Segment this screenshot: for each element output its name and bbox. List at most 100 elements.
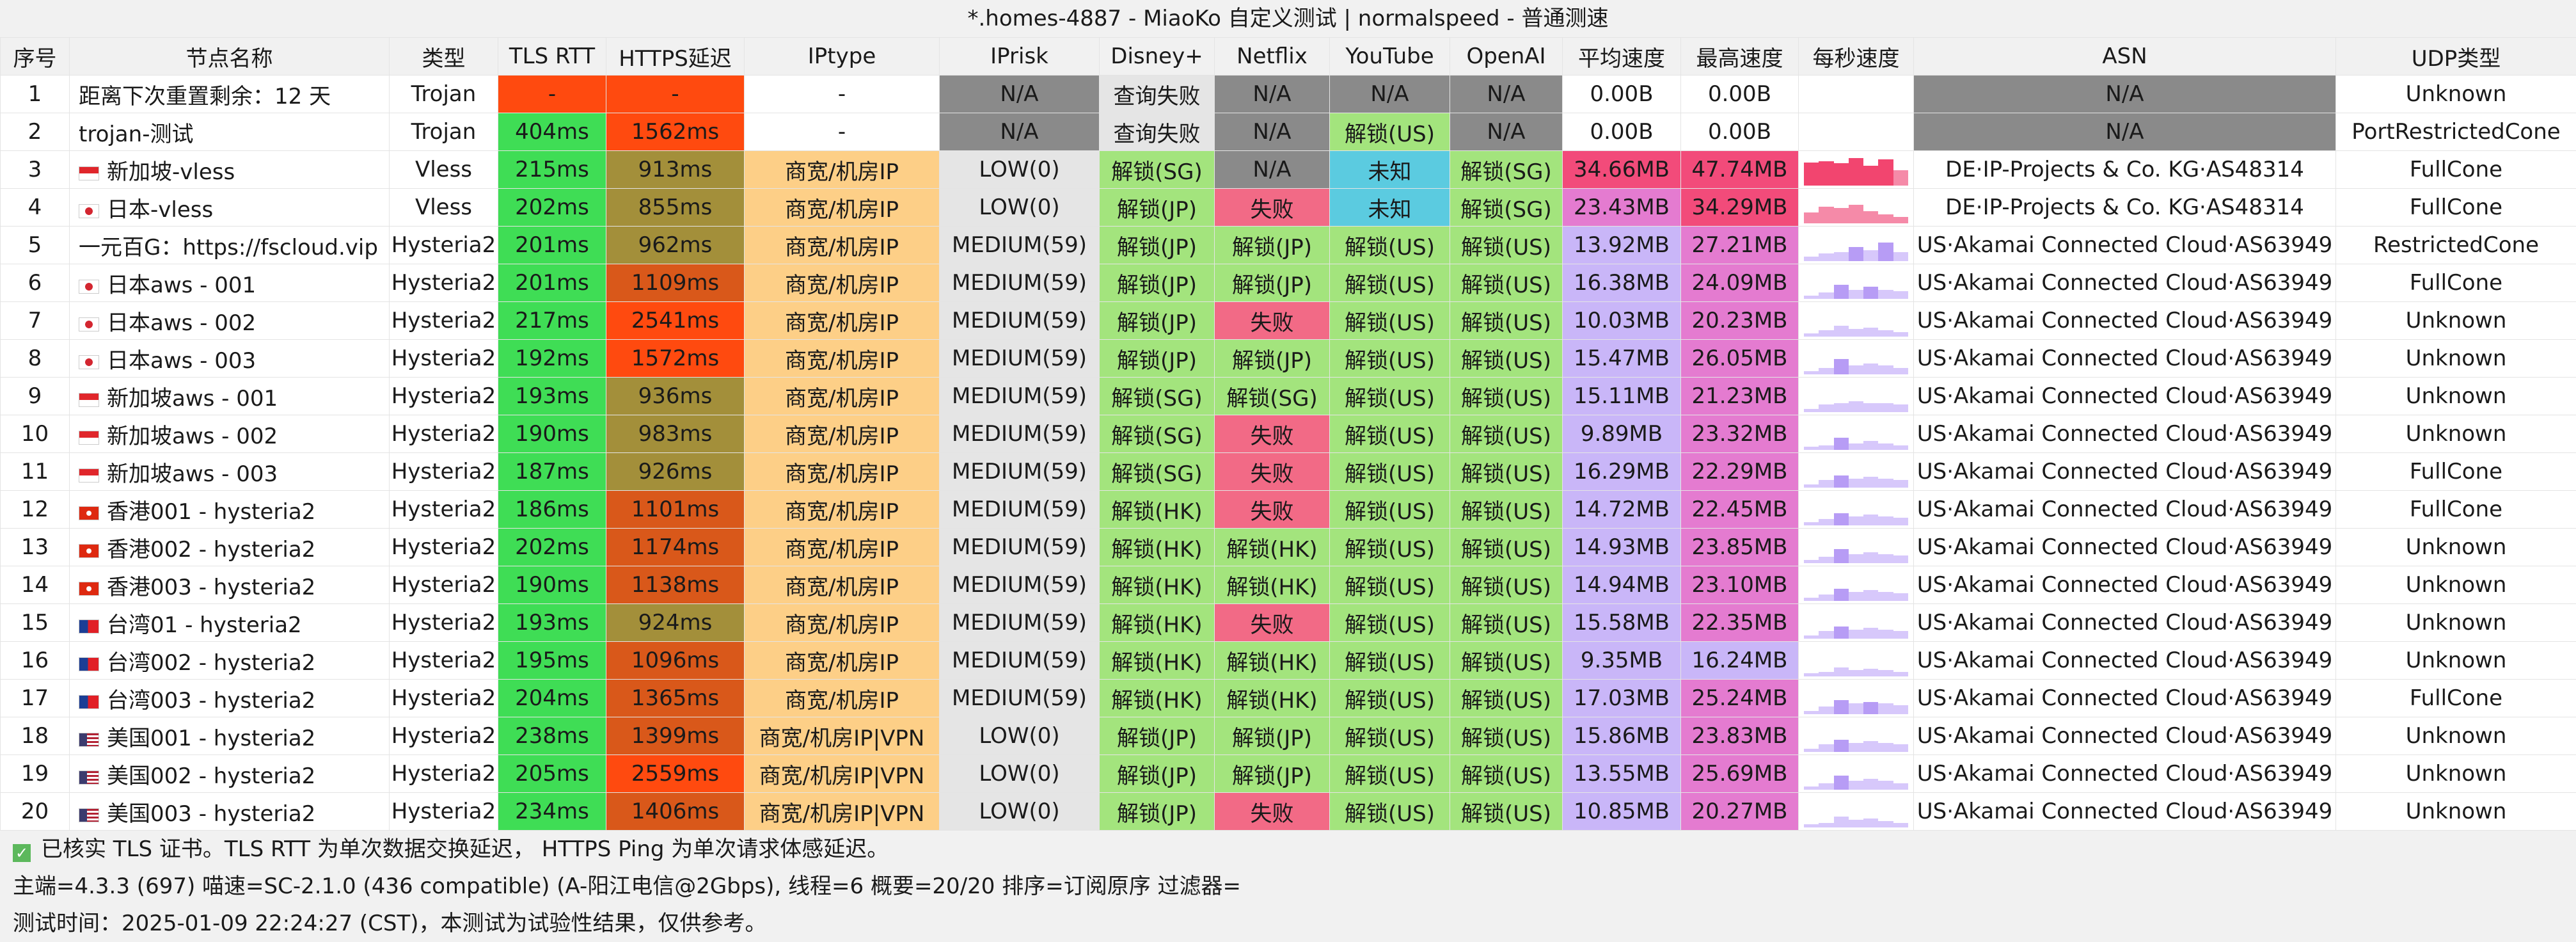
disney-status: 解锁(SG) [1100, 453, 1215, 491]
speed-bar [1849, 329, 1863, 337]
netflix-status: 解锁(HK) [1215, 529, 1330, 566]
speed-bar [1804, 296, 1819, 299]
ip-type: 商宽/机房IP [745, 642, 940, 680]
table-row: 14香港003 - hysteria2Hysteria2190ms1138ms商… [1, 566, 2576, 604]
netflix-status: 失败 [1215, 453, 1330, 491]
ip-risk: LOW(0) [940, 151, 1100, 189]
sparkline [1804, 646, 1908, 676]
ip-type: 商宽/机房IP [745, 264, 940, 302]
asn: US·Akamai Connected Cloud·AS63949 [1914, 340, 2336, 378]
max-speed: 0.00B [1681, 76, 1799, 113]
column-header: ASN [1914, 38, 2336, 76]
asn: US·Akamai Connected Cloud·AS63949 [1914, 604, 2336, 642]
ip-type: - [745, 76, 940, 113]
udp-type: Unknown [2336, 566, 2576, 604]
udp-type: Unknown [2336, 76, 2576, 113]
openai-status: 解锁(US) [1450, 755, 1563, 793]
udp-type: Unknown [2336, 793, 2576, 831]
ip-type: 商宽/机房IP [745, 302, 940, 340]
table-row: 4日本-vlessVless202ms855ms商宽/机房IPLOW(0)解锁(… [1, 189, 2576, 227]
disney-status: 解锁(HK) [1100, 680, 1215, 717]
asn: US·Akamai Connected Cloud·AS63949 [1914, 302, 2336, 340]
per-second-speed-chart [1799, 189, 1914, 227]
max-speed: 20.23MB [1681, 302, 1799, 340]
row-index: 13 [1, 529, 70, 566]
max-speed: 25.24MB [1681, 680, 1799, 717]
row-index: 19 [1, 755, 70, 793]
node-type: Trojan [390, 113, 498, 151]
node-type: Hysteria2 [390, 227, 498, 264]
ip-risk: LOW(0) [940, 189, 1100, 227]
row-index: 12 [1, 491, 70, 529]
node-name-text: 日本-vless [107, 197, 213, 223]
avg-speed: 14.93MB [1563, 529, 1681, 566]
disney-status: 查询失败 [1100, 76, 1215, 113]
max-speed: 22.35MB [1681, 604, 1799, 642]
udp-type: PortRestrictedCone [2336, 113, 2576, 151]
table-row: 7日本aws - 002Hysteria2217ms2541ms商宽/机房IPM… [1, 302, 2576, 340]
speed-bar [1834, 208, 1849, 223]
ip-type: 商宽/机房IP [745, 604, 940, 642]
hongkong-flag-icon [79, 506, 99, 520]
avg-speed: 14.94MB [1563, 566, 1681, 604]
tls-rtt: 190ms [498, 566, 606, 604]
openai-status: 解锁(US) [1450, 302, 1563, 340]
node-type: Hysteria2 [390, 717, 498, 755]
speed-bar [1849, 247, 1863, 261]
speed-bar [1804, 711, 1819, 714]
youtube-status: 未知 [1330, 189, 1450, 227]
tls-rtt: 202ms [498, 529, 606, 566]
per-second-speed-chart [1799, 415, 1914, 453]
max-speed: 47.74MB [1681, 151, 1799, 189]
youtube-status: 解锁(US) [1330, 491, 1450, 529]
tls-rtt: 190ms [498, 415, 606, 453]
speed-bar [1849, 592, 1863, 601]
row-index: 6 [1, 264, 70, 302]
youtube-status: 解锁(US) [1330, 642, 1450, 680]
node-type: Hysteria2 [390, 340, 498, 378]
ip-type: 商宽/机房IP [745, 340, 940, 378]
speed-bar [1863, 702, 1878, 714]
disney-status: 解锁(JP) [1100, 264, 1215, 302]
node-name-text: 距离下次重置剩余：12 天 [79, 84, 331, 109]
table-row: 12香港001 - hysteria2Hysteria2186ms1101ms商… [1, 491, 2576, 529]
ip-risk: MEDIUM(59) [940, 453, 1100, 491]
speed-bar [1878, 330, 1893, 337]
sparkline [1804, 797, 1908, 827]
row-index: 9 [1, 378, 70, 415]
speed-bar [1804, 749, 1819, 752]
node-name: 新加坡aws - 002 [70, 415, 390, 453]
node-name: 台湾002 - hysteria2 [70, 642, 390, 680]
node-name-text: 日本aws - 002 [107, 310, 256, 336]
youtube-status: 解锁(US) [1330, 264, 1450, 302]
node-name-text: 新加坡aws - 002 [107, 424, 278, 449]
table-row: 16台湾002 - hysteria2Hysteria2195ms1096ms商… [1, 642, 2576, 680]
table-header: 序号节点名称类型TLS RTTHTTPS延迟IPtypeIPriskDisney… [1, 38, 2576, 76]
https-latency: - [606, 76, 745, 113]
max-speed: 16.24MB [1681, 642, 1799, 680]
ip-risk: N/A [940, 113, 1100, 151]
row-index: 17 [1, 680, 70, 717]
speed-bar [1804, 409, 1819, 412]
speed-bar [1849, 443, 1863, 450]
disney-status: 解锁(HK) [1100, 642, 1215, 680]
tls-rtt: 204ms [498, 680, 606, 717]
speed-bar [1893, 170, 1908, 186]
disney-status: 解锁(JP) [1100, 755, 1215, 793]
max-speed: 23.10MB [1681, 566, 1799, 604]
youtube-status: 解锁(US) [1330, 227, 1450, 264]
speed-bar [1819, 783, 1833, 790]
speed-bar [1893, 672, 1908, 676]
speed-bar [1834, 326, 1849, 337]
node-name-text: 香港001 - hysteria2 [107, 499, 315, 525]
tls-rtt: 201ms [498, 264, 606, 302]
row-index: 14 [1, 566, 70, 604]
speed-bar [1878, 821, 1893, 827]
asn: US·Akamai Connected Cloud·AS63949 [1914, 415, 2336, 453]
speed-bar [1849, 703, 1863, 714]
asn: US·Akamai Connected Cloud·AS63949 [1914, 680, 2336, 717]
https-latency: 2559ms [606, 755, 745, 793]
speed-bar [1819, 445, 1833, 450]
ip-type: 商宽/机房IP [745, 415, 940, 453]
speed-bar [1819, 706, 1833, 714]
